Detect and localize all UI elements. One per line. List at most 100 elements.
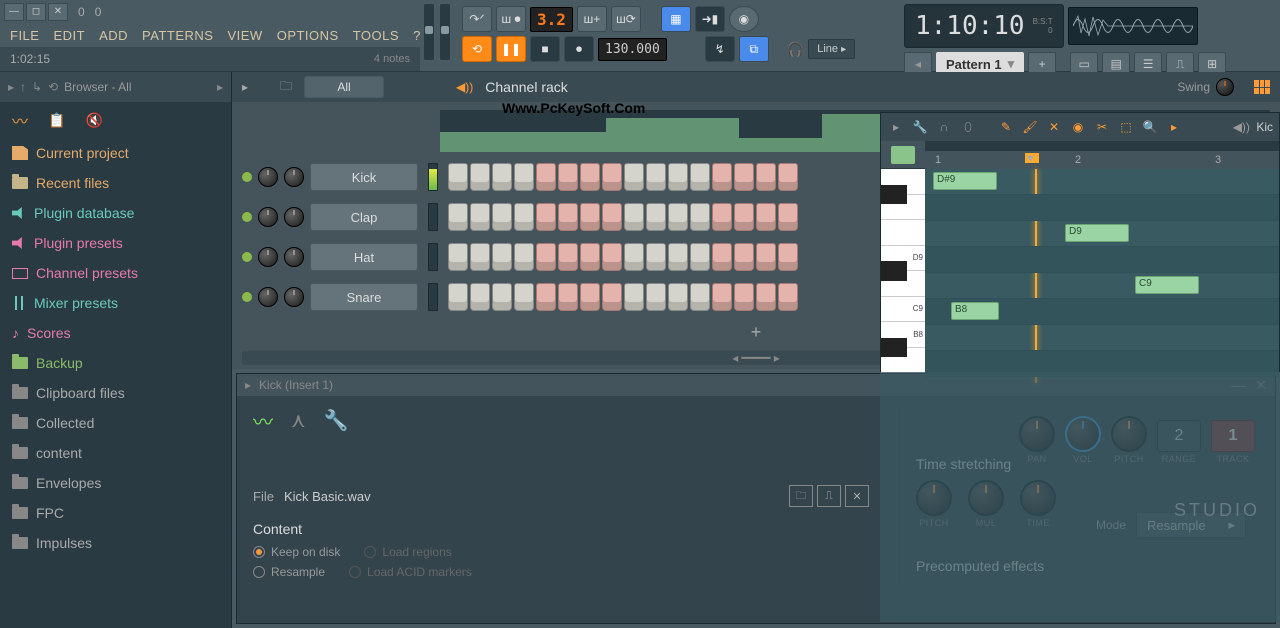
pl-speaker-icon[interactable]: ◀)) <box>1232 118 1250 136</box>
step-button[interactable] <box>514 163 534 191</box>
step-button[interactable] <box>756 163 776 191</box>
pl-loop-marker[interactable]: ▼ <box>1025 153 1039 163</box>
step-button[interactable] <box>558 203 578 231</box>
channel-name-button[interactable]: Snare <box>310 283 418 311</box>
countdown-icon[interactable]: ш+ <box>577 6 607 32</box>
swing-knob[interactable] <box>1216 78 1234 96</box>
pl-mute-icon[interactable]: ◉ <box>1069 118 1087 136</box>
overdub-icon[interactable]: ➜▮ <box>695 6 725 32</box>
step-button[interactable] <box>514 243 534 271</box>
step-button[interactable] <box>448 283 468 311</box>
step-button[interactable] <box>602 243 622 271</box>
step-button[interactable] <box>668 203 688 231</box>
step-button[interactable] <box>602 203 622 231</box>
pl-erase-icon[interactable]: ✕ <box>1045 118 1063 136</box>
main-time-display[interactable]: 1:10:10 <box>915 11 1025 41</box>
pl-slice-icon[interactable]: ✂ <box>1093 118 1111 136</box>
step-button[interactable] <box>448 203 468 231</box>
metronome-icon[interactable]: ◉ <box>729 6 759 32</box>
close-button[interactable]: ✕ <box>48 3 68 21</box>
channel-mute-led[interactable] <box>242 292 252 302</box>
pl-draw-icon[interactable]: ✎ <box>997 118 1015 136</box>
note-row[interactable] <box>925 247 1279 273</box>
midi-note[interactable]: C9 <box>1135 276 1199 294</box>
file-fork-icon[interactable]: ⎍ <box>817 485 841 507</box>
channel-name-button[interactable]: Kick <box>310 163 418 191</box>
sidebar-item-clipboard-files[interactable]: Clipboard files <box>0 378 231 408</box>
browser-refresh-icon[interactable]: ⟲ <box>48 80 58 94</box>
menu-patterns[interactable]: PATTERNS <box>142 28 213 43</box>
step-button[interactable] <box>690 243 710 271</box>
minimize-button[interactable]: — <box>4 3 24 21</box>
plugin-tab-envelope-icon[interactable]: ⋏ <box>291 408 306 433</box>
channel-mute-led[interactable] <box>242 172 252 182</box>
step-button[interactable] <box>558 163 578 191</box>
step-button[interactable] <box>712 283 732 311</box>
channel-name-button[interactable]: Hat <box>310 243 418 271</box>
rack-play-icon[interactable]: ▸ <box>242 80 248 94</box>
sidebar-item-scores[interactable]: ♪Scores <box>0 318 231 348</box>
menu-add[interactable]: ADD <box>99 28 128 43</box>
step-button[interactable] <box>734 163 754 191</box>
note-row[interactable] <box>925 325 1279 351</box>
piano-keys[interactable]: D9 C9 B8 <box>881 169 925 373</box>
pl-select-icon[interactable]: ⬚ <box>1117 118 1135 136</box>
channel-pan-knob[interactable] <box>258 247 278 267</box>
step-button[interactable] <box>492 243 512 271</box>
pl-zoom-icon[interactable]: 🔍 <box>1141 118 1159 136</box>
channel-vol-knob[interactable] <box>284 167 304 187</box>
sidebar-item-mixer-presets[interactable]: Mixer presets <box>0 288 231 318</box>
channel-vol-knob[interactable] <box>284 207 304 227</box>
plugin-tab-misc-icon[interactable]: 🔧 <box>324 408 349 433</box>
wait-input-icon[interactable]: ш ⏺ <box>496 6 526 32</box>
plugin-tab-sample-icon[interactable]: 〰 <box>253 406 273 435</box>
channel-pan-knob[interactable] <box>258 207 278 227</box>
step-button[interactable] <box>536 243 556 271</box>
step-button[interactable] <box>668 163 688 191</box>
step-button[interactable] <box>668 283 688 311</box>
step-button[interactable] <box>646 163 666 191</box>
step-grid-icon[interactable] <box>1254 80 1270 94</box>
step-button[interactable] <box>646 283 666 311</box>
load-acid-radio[interactable] <box>349 566 361 578</box>
step-button[interactable] <box>536 283 556 311</box>
pl-stamp-icon[interactable]: ⬯ <box>959 118 977 136</box>
step-button[interactable] <box>514 203 534 231</box>
step-button[interactable] <box>448 163 468 191</box>
record-button[interactable]: ⏺ <box>564 36 594 62</box>
snap-select[interactable]: Line <box>808 39 855 59</box>
step-button[interactable] <box>624 283 644 311</box>
pattern-song-toggle[interactable]: ⟲ <box>462 36 492 62</box>
channel-pan-knob[interactable] <box>258 167 278 187</box>
step-button[interactable] <box>492 163 512 191</box>
channel-mute-led[interactable] <box>242 212 252 222</box>
pl-ruler[interactable]: 1 ▼ 2 3 <box>925 151 1279 169</box>
sidebar-item-channel-presets[interactable]: Channel presets <box>0 258 231 288</box>
step-button[interactable] <box>580 243 600 271</box>
note-row[interactable] <box>925 195 1279 221</box>
step-button[interactable] <box>778 283 798 311</box>
step-button[interactable] <box>756 283 776 311</box>
rack-filter-select[interactable]: All <box>304 76 384 98</box>
step-button[interactable] <box>558 283 578 311</box>
main-pitch-slider[interactable] <box>440 4 450 60</box>
restore-button[interactable]: ◻ <box>26 3 46 21</box>
sidebar-item-content[interactable]: content <box>0 438 231 468</box>
step-button[interactable] <box>536 203 556 231</box>
step-button[interactable] <box>734 283 754 311</box>
step-button[interactable] <box>602 163 622 191</box>
main-volume-slider[interactable] <box>424 4 434 60</box>
menu-file[interactable]: FILE <box>10 28 39 43</box>
pl-magnet-icon[interactable]: ∩ <box>935 118 953 136</box>
step-button[interactable] <box>580 283 600 311</box>
sidebar-item-plugin-presets[interactable]: Plugin presets <box>0 228 231 258</box>
midi-note[interactable]: D9 <box>1065 224 1129 242</box>
browser-paste-icon[interactable]: 📋 <box>48 112 65 129</box>
channel-vol-knob[interactable] <box>284 287 304 307</box>
step-button[interactable] <box>470 203 490 231</box>
snap-headphones-icon[interactable]: 🎧 <box>787 41 804 58</box>
metronome-pattern-icon[interactable]: ↷ᐟ <box>462 6 492 32</box>
step-button[interactable] <box>778 203 798 231</box>
sidebar-item-envelopes[interactable]: Envelopes <box>0 468 231 498</box>
channel-pan-knob[interactable] <box>258 287 278 307</box>
